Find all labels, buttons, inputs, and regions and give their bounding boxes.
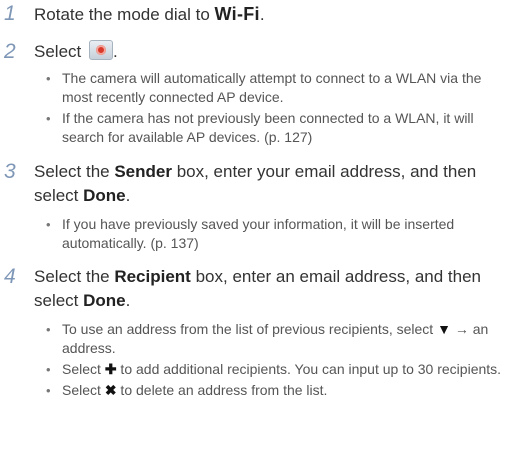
list-item: If you have previously saved your inform… <box>46 215 508 253</box>
instruction-text: Select the <box>34 162 115 181</box>
down-triangle-icon: ▼ <box>437 321 451 337</box>
sender-label: Sender <box>114 162 172 181</box>
step-number: 1 <box>4 2 16 25</box>
bullet-list: The camera will automatically attempt to… <box>46 69 508 149</box>
x-icon: ✖ <box>104 382 117 398</box>
list-item: To use an address from the list of previ… <box>46 320 508 358</box>
recipient-label: Recipient <box>114 267 191 286</box>
bullet-text-end: to delete an address from the list. <box>116 382 328 398</box>
share-email-icon <box>88 40 113 60</box>
manual-page: 1 Rotate the mode dial to Wi-Fi. 2 Selec… <box>0 0 520 475</box>
wifi-mode-label: Wi-Fi <box>214 4 260 24</box>
bullet-text: Select <box>62 382 105 398</box>
instruction-text: Select the <box>34 267 115 286</box>
list-item: Select ✚ to add additional recipients. Y… <box>46 360 508 379</box>
done-label: Done <box>83 291 126 310</box>
step-instruction: Rotate the mode dial to Wi-Fi. <box>34 2 504 27</box>
plus-icon: ✚ <box>104 361 117 377</box>
step-instruction: Select the Sender box, enter your email … <box>34 160 504 208</box>
bullet-text-end: to add additional recipients. You can in… <box>116 361 502 377</box>
list-item: The camera will automatically attempt to… <box>46 69 508 107</box>
step-instruction: Select the Recipient box, enter an email… <box>34 265 504 313</box>
step-number: 4 <box>4 265 16 288</box>
list-item: If the camera has not previously been co… <box>46 109 508 147</box>
bullet-list: If you have previously saved your inform… <box>46 215 508 255</box>
instruction-text-end: . <box>125 291 131 310</box>
bullet-text: Select <box>62 361 105 377</box>
instruction-text-end: . <box>125 186 131 205</box>
list-item: Select ✖ to delete an address from the l… <box>46 381 508 400</box>
instruction-text-end: . <box>112 42 118 61</box>
step-number: 3 <box>4 160 16 183</box>
done-label: Done <box>83 186 126 205</box>
instruction-text: Select <box>34 42 86 61</box>
step-number: 2 <box>4 40 16 63</box>
bullet-text: To use an address from the list of previ… <box>62 321 438 337</box>
instruction-text: Rotate the mode dial to <box>34 5 215 24</box>
instruction-text-end: . <box>259 5 265 24</box>
step-instruction: Select . <box>34 40 504 64</box>
bullet-list: To use an address from the list of previ… <box>46 320 508 402</box>
